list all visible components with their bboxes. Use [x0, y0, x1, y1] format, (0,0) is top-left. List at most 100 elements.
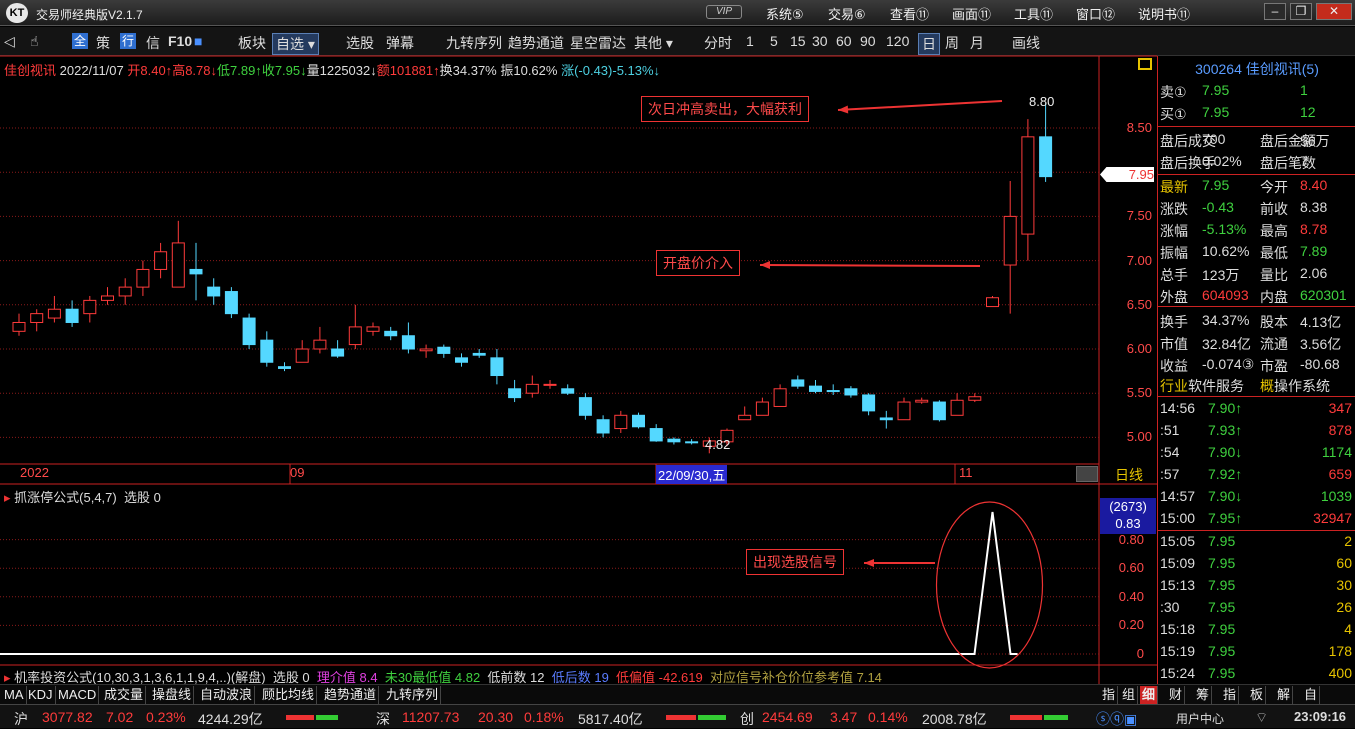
side-tab[interactable]: 组: [1120, 686, 1139, 704]
candle-body[interactable]: [791, 379, 805, 387]
candle-body[interactable]: [738, 414, 752, 421]
sh-change: 7.02: [106, 709, 134, 725]
tick-time: 15:24: [1160, 665, 1196, 681]
candle-body[interactable]: [561, 388, 575, 394]
side-tab[interactable]: 指: [1100, 686, 1119, 704]
candle-body[interactable]: [596, 419, 610, 434]
candle-body[interactable]: [632, 414, 645, 428]
candle-body[interactable]: [295, 348, 309, 363]
candle-body[interactable]: [189, 268, 203, 275]
candle-body[interactable]: [649, 428, 663, 442]
candle-body[interactable]: [101, 295, 114, 301]
scroll-handle[interactable]: [1076, 466, 1098, 482]
candle-body[interactable]: [401, 335, 415, 350]
stat-row-cell: 7.89: [1300, 243, 1328, 259]
candle-body[interactable]: [543, 383, 557, 386]
stat-row-cell: 2.06: [1300, 265, 1328, 281]
candle-body[interactable]: [47, 308, 61, 319]
tick-price: 7.95: [1208, 643, 1236, 659]
minimize-button[interactable]: –: [1264, 3, 1286, 20]
period-label[interactable]: 日线: [1102, 465, 1156, 483]
candle-body[interactable]: [773, 388, 787, 407]
indicator-tab[interactable]: 成交量: [102, 686, 147, 704]
candle-body[interactable]: [844, 388, 858, 396]
candle-body[interactable]: [809, 385, 822, 392]
candle-body[interactable]: [614, 414, 628, 430]
candle-body[interactable]: [879, 417, 893, 421]
candle-body[interactable]: [331, 348, 345, 357]
signal-highlight-ellipse: [935, 501, 1044, 669]
candle-body[interactable]: [136, 268, 150, 288]
candle-body[interactable]: [278, 366, 291, 369]
candle-body[interactable]: [950, 399, 964, 416]
indicator-tab[interactable]: 九转序列: [384, 686, 442, 704]
candle-body[interactable]: [366, 326, 380, 332]
sh-percent: 0.23%: [146, 709, 186, 725]
indicator-tab[interactable]: MACD: [56, 686, 100, 704]
stat-row-cell: 最高: [1260, 223, 1288, 239]
candle-body[interactable]: [685, 441, 699, 444]
close-button[interactable]: ✕: [1316, 3, 1352, 20]
user-center-link[interactable]: 用户中心: [1176, 710, 1224, 727]
candle-body[interactable]: [755, 401, 769, 416]
indicator-readout: (2673) 0.83: [1100, 498, 1156, 534]
candle-body[interactable]: [472, 352, 486, 356]
x-label-09: 09: [290, 465, 305, 480]
candle-body[interactable]: [968, 396, 982, 401]
cy-change: 3.47: [830, 709, 858, 725]
indicator-tab[interactable]: 自动波浪: [198, 686, 256, 704]
indicator-tab[interactable]: KDJ: [26, 686, 56, 704]
candle-body[interactable]: [437, 346, 451, 354]
candle-body[interactable]: [171, 242, 185, 288]
side-tab[interactable]: 财: [1167, 686, 1186, 704]
candle-body[interactable]: [1021, 136, 1035, 235]
maximize-button[interactable]: ❐: [1290, 3, 1312, 20]
kline-chart[interactable]: [0, 0, 1157, 684]
separator: [1158, 306, 1355, 307]
candle-body[interactable]: [578, 397, 592, 416]
candle-body[interactable]: [348, 326, 362, 346]
candle-body[interactable]: [826, 390, 840, 393]
candle-body[interactable]: [1039, 136, 1053, 178]
side-tab[interactable]: 筹: [1194, 686, 1213, 704]
candle-body[interactable]: [83, 299, 97, 315]
candle-body[interactable]: [1003, 215, 1017, 266]
cy-percent: 0.14%: [868, 709, 908, 725]
side-tab[interactable]: 指: [1221, 686, 1240, 704]
candle-body[interactable]: [207, 286, 221, 297]
low-label: 4.82: [705, 437, 731, 452]
candle-body[interactable]: [915, 399, 929, 403]
candle-body[interactable]: [667, 438, 681, 443]
candle-body[interactable]: [313, 339, 327, 350]
candle-body[interactable]: [932, 401, 946, 421]
candle-body[interactable]: [508, 388, 522, 399]
candle-body[interactable]: [260, 339, 274, 363]
side-tab[interactable]: 自: [1302, 686, 1321, 704]
candle-body[interactable]: [525, 383, 539, 394]
candle-body[interactable]: [897, 401, 911, 421]
candle-body[interactable]: [224, 291, 238, 315]
side-tab[interactable]: 解: [1275, 686, 1294, 704]
candle-body[interactable]: [118, 286, 132, 297]
side-tab[interactable]: 板: [1248, 686, 1267, 704]
indicator-tab[interactable]: 顾比均线: [260, 686, 318, 704]
service-icons[interactable]: ⓢⓠ▣: [1096, 709, 1137, 729]
side-tab[interactable]: 细: [1140, 686, 1159, 704]
indicator-tab[interactable]: 操盘线: [150, 686, 195, 704]
candle-body[interactable]: [455, 357, 468, 363]
indicator-tab[interactable]: MA: [2, 686, 27, 704]
candle-body[interactable]: [862, 394, 876, 412]
candle-body[interactable]: [12, 321, 26, 332]
candle-body[interactable]: [30, 313, 44, 323]
indicator-tab[interactable]: 趋势通道: [322, 686, 380, 704]
candle-body[interactable]: [384, 330, 398, 337]
sh-label: 沪: [14, 711, 28, 727]
layout-icon[interactable]: [1138, 58, 1152, 70]
candle-body[interactable]: [154, 251, 168, 270]
candle-body[interactable]: [65, 308, 79, 323]
candle-body[interactable]: [986, 297, 999, 308]
candle-body[interactable]: [490, 357, 504, 377]
candle-body[interactable]: [242, 317, 256, 346]
indicator-tabs: MA KDJ MACD 成交量 操盘线 自动波浪 顾比均线 趋势通道 九转序列指组细财筹指板解自: [0, 684, 1355, 704]
candle-body[interactable]: [419, 348, 433, 352]
